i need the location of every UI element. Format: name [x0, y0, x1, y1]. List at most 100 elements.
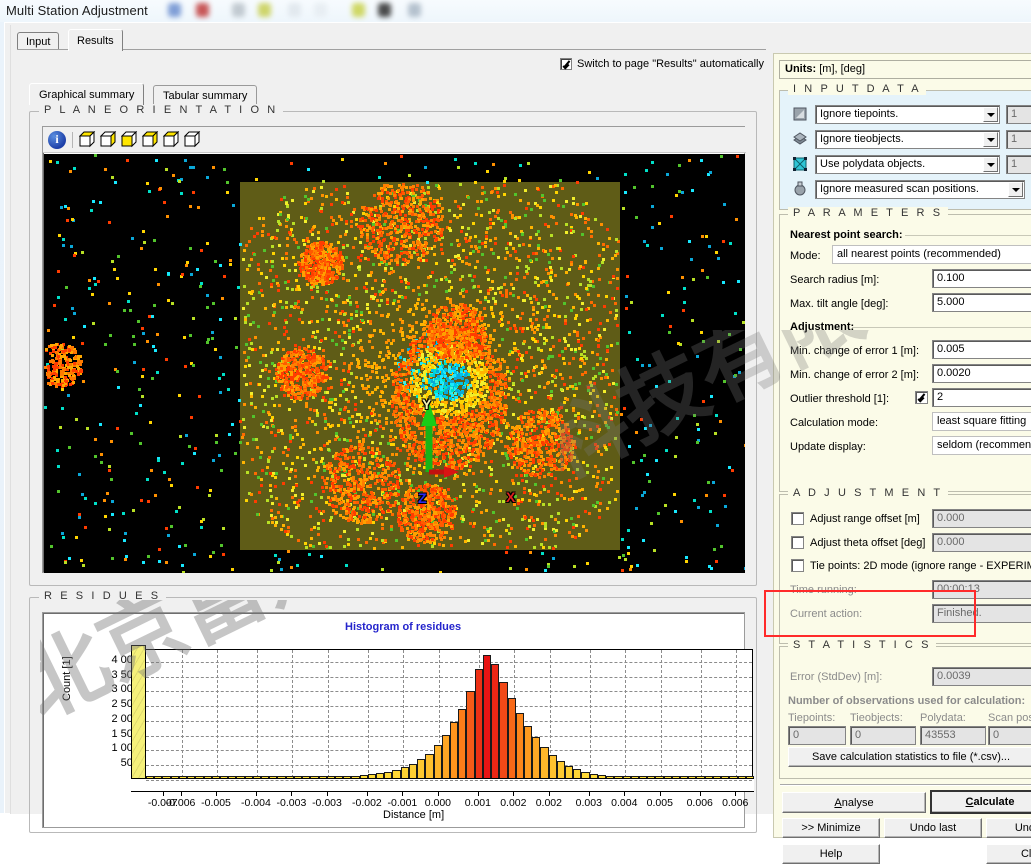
cloud-point: [257, 476, 260, 479]
cloud-point: [347, 410, 350, 413]
cloud-point: [616, 287, 619, 290]
cloud-point: [581, 302, 584, 305]
cloud-point: [426, 222, 429, 225]
cloud-point: [420, 234, 423, 237]
cloud-point: [399, 213, 402, 216]
tab-tabular-summary[interactable]: Tabular summary: [153, 85, 257, 104]
cloud-point: [550, 271, 553, 274]
cloud-point: [534, 483, 537, 486]
cloud-point: [261, 395, 264, 398]
cloud-point: [339, 312, 342, 315]
cloud-point: [454, 428, 457, 431]
cloud-point: [517, 350, 520, 353]
cloud-point: [378, 223, 381, 226]
cloud-point: [276, 348, 279, 351]
cloud-point: [469, 236, 472, 239]
cloud-point: [537, 230, 540, 233]
cloud-point: [462, 430, 465, 433]
cloud-point: [322, 349, 325, 352]
cloud-point: [276, 229, 279, 232]
cloud-point: [412, 199, 415, 202]
cloud-point: [483, 378, 486, 381]
cloud-point: [417, 286, 420, 289]
cloud-point: [418, 293, 421, 296]
cloud-point: [453, 461, 456, 464]
cloud-point: [504, 304, 507, 307]
cloud-point: [458, 439, 461, 442]
cloud-point: [576, 334, 579, 337]
cloud-point: [248, 338, 251, 341]
cloud-point: [462, 366, 465, 369]
cloud-point: [282, 524, 285, 527]
view-cube-front-icon[interactable]: [121, 131, 138, 148]
cloud-point: [498, 368, 501, 371]
application-title: Multi Station Adjustment: [6, 3, 148, 18]
view-cube-top-icon[interactable]: [79, 131, 96, 148]
point-cloud-viewport[interactable]: YXZ: [44, 154, 745, 573]
cloud-point: [391, 189, 394, 192]
switch-to-results-row[interactable]: Switch to page "Results" automatically: [560, 58, 764, 70]
cloud-point: [529, 536, 532, 539]
cloud-point: [586, 464, 589, 467]
cloud-point: [425, 291, 428, 294]
point-cloud[interactable]: [240, 182, 620, 550]
tab-graphical-summary[interactable]: Graphical summary: [29, 83, 144, 105]
cloud-point: [431, 465, 434, 468]
cloud-point: [352, 425, 355, 428]
cloud-point: [350, 220, 353, 223]
cloud-point: [582, 275, 585, 278]
cloud-point: [342, 301, 345, 304]
cloud-point: [448, 280, 451, 283]
plane-orientation-viewer[interactable]: i YXZ: [42, 126, 745, 573]
application-titlebar: [0, 0, 1031, 22]
cloud-point: [415, 321, 418, 324]
cloud-point: [343, 545, 346, 548]
cloud-point: [382, 358, 385, 361]
cloud-point: [311, 233, 314, 236]
cloud-point: [349, 421, 352, 424]
view-cube-iso-icon[interactable]: [184, 131, 201, 148]
cloud-point: [418, 208, 421, 211]
cloud-point: [522, 299, 525, 302]
cloud-point: [395, 406, 398, 409]
cloud-point: [393, 216, 396, 219]
cloud-point: [411, 422, 414, 425]
cloud-point: [522, 327, 525, 330]
switch-to-results-checkbox[interactable]: [560, 58, 572, 70]
cloud-point: [484, 394, 487, 397]
cloud-point: [413, 443, 416, 446]
cloud-point: [370, 213, 373, 216]
cloud-point: [375, 402, 378, 405]
cloud-point: [519, 393, 522, 396]
cloud-point: [488, 352, 491, 355]
view-cube-bottom-icon[interactable]: [100, 131, 117, 148]
cloud-point: [527, 370, 530, 373]
cloud-point: [406, 410, 409, 413]
cloud-point: [281, 257, 284, 260]
tab-results[interactable]: Results: [68, 29, 123, 51]
view-cube-left-icon[interactable]: [142, 131, 159, 148]
view-cube-right-icon[interactable]: [163, 131, 180, 148]
cloud-point: [271, 362, 274, 365]
cloud-point: [548, 290, 551, 293]
cloud-point: [470, 245, 473, 248]
cloud-point: [600, 453, 603, 456]
cloud-point: [518, 259, 521, 262]
cloud-point: [610, 405, 613, 408]
cloud-point: [396, 447, 399, 450]
cloud-point: [286, 533, 289, 536]
cloud-point: [608, 237, 611, 240]
cloud-point: [431, 458, 434, 461]
cloud-point: [295, 484, 298, 487]
cloud-point: [384, 288, 387, 291]
cloud-point: [410, 222, 413, 225]
cloud-point: [499, 535, 502, 538]
tab-input[interactable]: Input: [17, 32, 59, 50]
cloud-point: [596, 501, 599, 504]
cloud-point: [475, 459, 478, 462]
cloud-point: [372, 408, 375, 411]
cloud-point: [498, 500, 501, 503]
cloud-point: [514, 545, 517, 548]
info-icon[interactable]: i: [48, 131, 66, 149]
cloud-point: [469, 465, 472, 468]
